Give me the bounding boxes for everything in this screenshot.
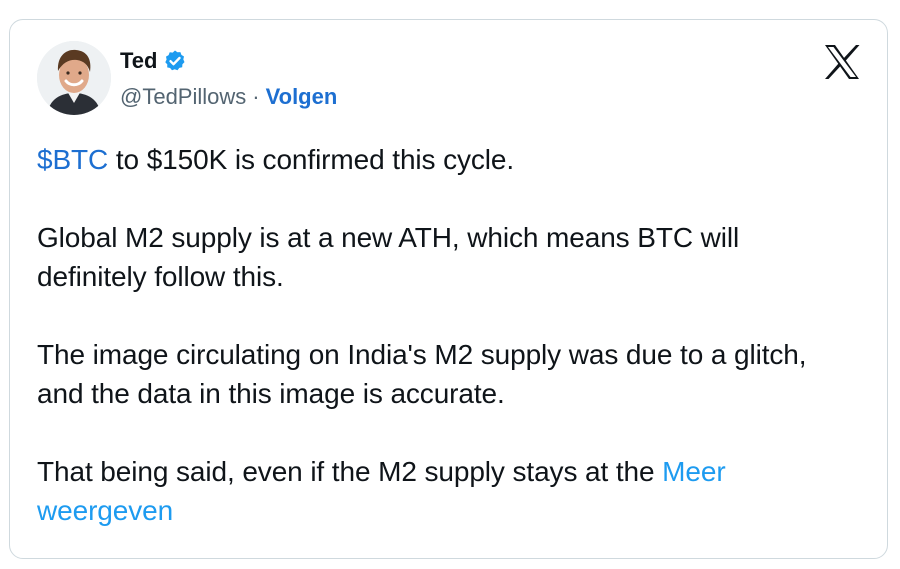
avatar[interactable] [37,41,111,115]
separator-dot: · [252,84,260,109]
tweet-paragraph-1: $BTC to $150K is confirmed this cycle. [37,140,837,179]
tweet-paragraph-3: The image circulating on India's M2 supp… [37,339,807,409]
author-handle[interactable]: @TedPillows [120,84,246,109]
paragraph-4-text: That being said, even if the M2 supply s… [37,456,663,487]
cashtag-link[interactable]: $BTC [37,144,108,175]
author-row: Ted [120,47,187,75]
tweet-card: Ted @TedPillows · Volgen $BTC to $150K is … [9,19,888,559]
x-logo-icon[interactable] [823,44,861,80]
handle-row: @TedPillows · Volgen [120,83,337,111]
verified-badge-icon [163,49,187,73]
tweet-paragraph-2: Global M2 supply is at a new ATH, which … [37,222,740,292]
tweet-paragraph-4: That being said, even if the M2 supply s… [37,452,837,530]
author-name[interactable]: Ted [120,47,157,75]
follow-button[interactable]: Volgen [266,84,338,109]
avatar-image [37,41,111,115]
tweet-text: $BTC to $150K is confirmed this cycle. G… [37,140,837,569]
paragraph-1-text: to $150K is confirmed this cycle. [108,144,515,175]
